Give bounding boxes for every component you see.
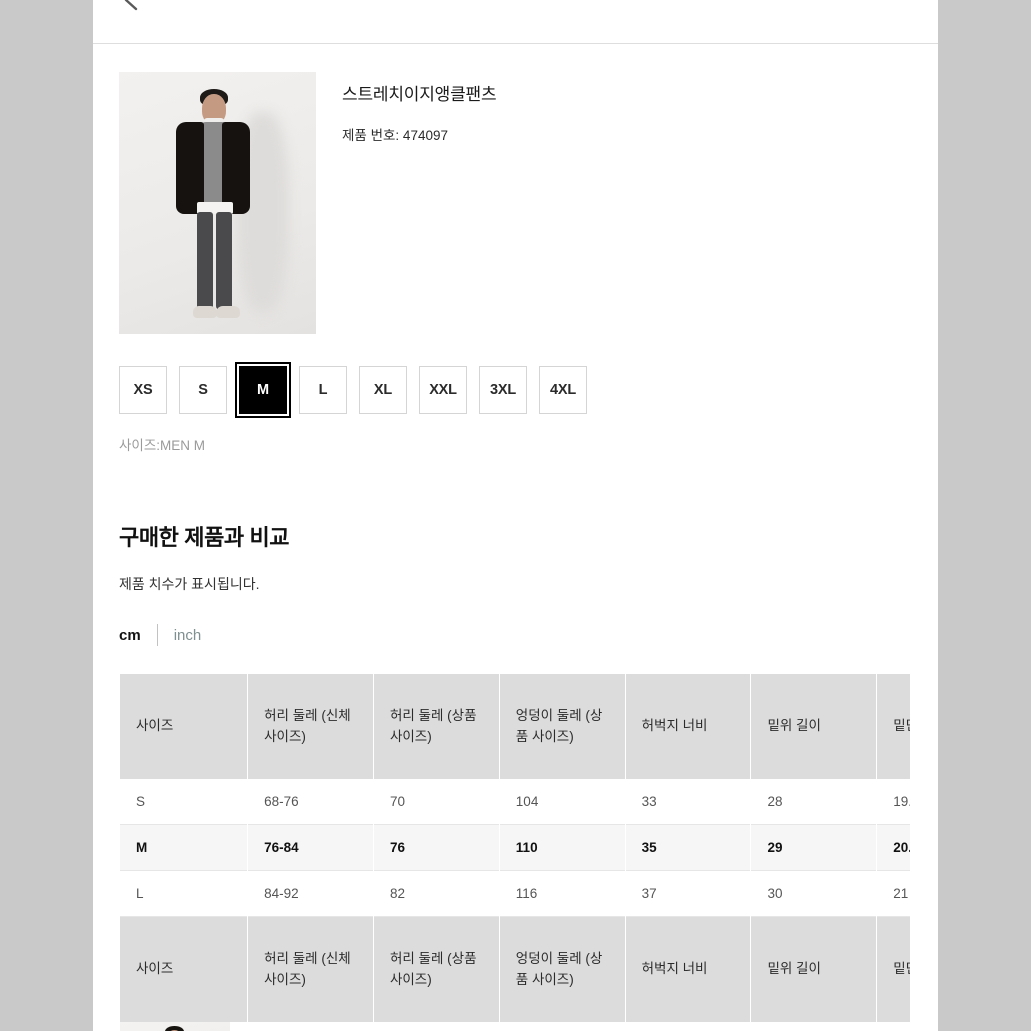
cell-thigh-width: 33 (625, 779, 751, 825)
table-thumbnail-row[interactable] (120, 1022, 910, 1031)
cell-waist-product: 76 (373, 825, 499, 871)
cell-waist-product: 82 (373, 871, 499, 917)
compare-heading: 구매한 제품과 비교 (119, 525, 290, 550)
page-card: 스트레치이지앵클팬츠 제품 번호: 474097 XS S M L XL XXL… (93, 0, 938, 1031)
size-table: 사이즈 허리 둘레 (신체 사이즈) 허리 둘레 (상품 사이즈) 엉덩이 둘레… (119, 674, 910, 1031)
size-option-xs[interactable]: XS (119, 366, 167, 414)
table-header-waist-product-2: 허리 둘레 (상품 사이즈) (373, 917, 499, 1022)
selected-size-caption: 사이즈:MEN M (119, 438, 206, 453)
unit-option-inch[interactable]: inch (174, 627, 202, 644)
size-option-m[interactable]: M (235, 362, 291, 418)
size-option-xxl[interactable]: XXL (419, 366, 467, 414)
size-option-4xl[interactable]: 4XL (539, 366, 587, 414)
table-header-waist-product: 허리 둘레 (상품 사이즈) (373, 674, 499, 779)
table-row[interactable]: M 76-84 76 110 35 29 20.5 68 (120, 825, 910, 871)
table-secondary-header-row: 사이즈 허리 둘레 (신체 사이즈) 허리 둘레 (상품 사이즈) 엉덩이 둘레… (120, 917, 910, 1022)
cell-waist-body: 76-84 (248, 825, 373, 871)
size-option-l[interactable]: L (299, 366, 347, 414)
size-option-3xl[interactable]: 3XL (479, 366, 527, 414)
table-header-hem-width-2: 밑단 너비 (877, 917, 910, 1022)
product-info: 스트레치이지앵클팬츠 제품 번호: 474097 (316, 72, 497, 334)
compare-subtitle: 제품 치수가 표시됩니다. (119, 576, 260, 592)
compare-section: 구매한 제품과 비교 제품 치수가 표시됩니다. cm inch 사이즈 허리 … (93, 454, 938, 1031)
cell-hem-width: 20.5 (877, 825, 910, 871)
cell-size: S (120, 779, 248, 825)
cell-size: L (120, 871, 248, 917)
table-header-size: 사이즈 (120, 674, 248, 779)
table-row[interactable]: S 68-76 70 104 33 28 19.5 66 (120, 779, 910, 825)
table-row[interactable]: L 84-92 82 116 37 30 21 70 (120, 871, 910, 917)
cell-rise-length: 29 (751, 825, 877, 871)
product-summary: 스트레치이지앵클팬츠 제품 번호: 474097 (93, 44, 938, 334)
unit-toggle: cm inch (119, 624, 912, 646)
cell-hem-width: 21 (877, 871, 910, 917)
product-image[interactable] (119, 72, 316, 334)
cell-size: M (120, 825, 248, 871)
compared-product-thumbnail[interactable] (120, 1022, 248, 1031)
thumb-row-cell (499, 1022, 625, 1031)
size-table-scroll[interactable]: 사이즈 허리 둘레 (신체 사이즈) 허리 둘레 (상품 사이즈) 엉덩이 둘레… (119, 674, 910, 1031)
cell-waist-product: 70 (373, 779, 499, 825)
cell-rise-length: 30 (751, 871, 877, 917)
product-title: 스트레치이지앵클팬츠 (342, 85, 497, 104)
size-option-xl[interactable]: XL (359, 366, 407, 414)
cell-rise-length: 28 (751, 779, 877, 825)
thumb-row-cell (248, 1022, 373, 1031)
table-header-waist-body: 허리 둘레 (신체 사이즈) (248, 674, 373, 779)
table-header-size-2: 사이즈 (120, 917, 248, 1022)
product-number: 제품 번호: 474097 (342, 128, 448, 143)
table-header-waist-body-2: 허리 둘레 (신체 사이즈) (248, 917, 373, 1022)
table-header-rise-length: 밑위 길이 (751, 674, 877, 779)
table-header-rise-length-2: 밑위 길이 (751, 917, 877, 1022)
table-header-row: 사이즈 허리 둘레 (신체 사이즈) 허리 둘레 (상품 사이즈) 엉덩이 둘레… (120, 674, 910, 779)
cell-hip-product: 110 (499, 825, 625, 871)
thumb-row-cell (751, 1022, 877, 1031)
unit-divider (156, 624, 158, 646)
table-header-thigh-width-2: 허벅지 너비 (625, 917, 751, 1022)
cell-thigh-width: 37 (625, 871, 751, 917)
size-selector: XS S M L XL XXL 3XL 4XL 사이즈:MEN M (93, 334, 938, 454)
page-backdrop: 스트레치이지앵클팬츠 제품 번호: 474097 XS S M L XL XXL… (0, 0, 1031, 1031)
cell-hip-product: 116 (499, 871, 625, 917)
cell-hip-product: 104 (499, 779, 625, 825)
size-option-s[interactable]: S (179, 366, 227, 414)
thumb-row-cell (625, 1022, 751, 1031)
table-header-thigh-width: 허벅지 너비 (625, 674, 751, 779)
cell-waist-body: 84-92 (248, 871, 373, 917)
table-header-hem-width: 밑단 너비 (877, 674, 910, 779)
cell-thigh-width: 35 (625, 825, 751, 871)
cell-waist-body: 68-76 (248, 779, 373, 825)
top-bar (93, 0, 938, 44)
back-chevron-icon[interactable] (115, 0, 149, 17)
size-option-list: XS S M L XL XXL 3XL 4XL (119, 362, 912, 418)
thumb-row-cell (373, 1022, 499, 1031)
table-header-hip-product-2: 엉덩이 둘레 (상품 사이즈) (499, 917, 625, 1022)
thumb-row-cell (877, 1022, 910, 1031)
cell-hem-width: 19.5 (877, 779, 910, 825)
unit-option-cm[interactable]: cm (119, 627, 141, 644)
table-header-hip-product: 엉덩이 둘레 (상품 사이즈) (499, 674, 625, 779)
